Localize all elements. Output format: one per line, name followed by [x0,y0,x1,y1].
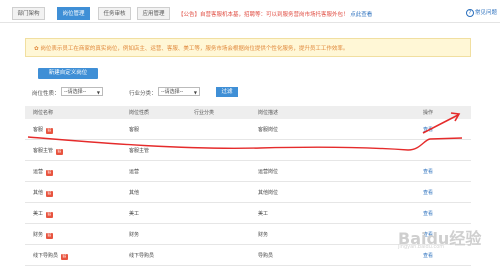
annotation-underline [27,136,463,151]
annotation-arrow [422,114,459,134]
baidu-watermark-url: jingyan.baidu.com [398,244,445,250]
